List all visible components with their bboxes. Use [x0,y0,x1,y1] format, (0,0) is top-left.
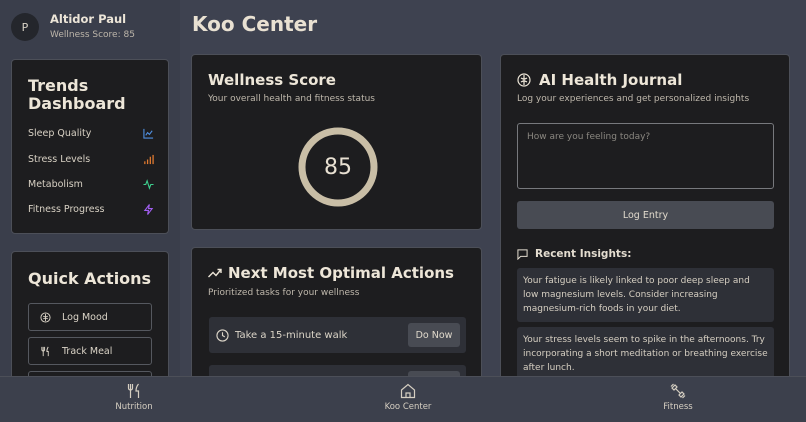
insight-item: Your stress levels seem to spike in the … [517,327,774,381]
insight-item: Your fatigue is likely linked to poor de… [517,268,774,322]
trends-dashboard-card: Trends Dashboard Sleep Quality Stress Le… [11,59,169,234]
bottom-nav: Nutrition Koo Center Fitness [0,376,806,422]
trending-up-icon [208,268,222,278]
nav-item-fitness[interactable]: Fitness [638,383,718,412]
clock-icon [216,328,229,342]
trends-dashboard-title: Trends Dashboard [28,76,126,113]
do-now-button[interactable]: Do Now [408,323,460,347]
task-label: Take a 15-minute walk [235,329,348,341]
log-mood-button[interactable]: Log Mood [28,303,152,331]
chart-line-icon [143,128,154,139]
trend-item-sleep-quality[interactable]: Sleep Quality [28,128,154,139]
user-name: Altidor Paul [50,12,127,26]
lightning-icon [143,204,154,215]
trend-item-label: Sleep Quality [28,128,92,139]
trend-item-label: Metabolism [28,179,83,190]
user-wellness-score: Wellness Score: 85 [50,30,135,40]
log-entry-button[interactable]: Log Entry [517,201,774,229]
ai-health-journal-title: AI Health Journal [539,71,683,89]
nav-item-koo-center[interactable]: Koo Center [368,383,448,412]
avatar[interactable]: P [11,13,39,41]
task-item: Take a 15-minute walk Do Now [209,317,466,353]
dumbbell-icon [670,383,686,399]
utensils-icon [41,346,49,356]
track-meal-button[interactable]: Track Meal [28,337,152,365]
trend-item-label: Fitness Progress [28,204,105,215]
trend-item-stress-levels[interactable]: Stress Levels [28,154,154,165]
ai-health-journal-card: AI Health Journal Log your experiences a… [500,54,790,384]
page-title: Koo Center [192,12,318,36]
bar-chart-icon [144,154,154,165]
brain-icon [40,311,51,323]
wellness-score-title: Wellness Score [208,71,336,89]
optimal-actions-card: Next Most Optimal Actions Prioritized ta… [191,247,482,387]
nav-label: Nutrition [115,402,153,412]
nav-label: Koo Center [384,402,432,412]
message-icon [517,248,528,260]
log-mood-label: Log Mood [62,311,108,323]
nav-label: Fitness [663,402,693,412]
trend-item-label: Stress Levels [28,154,91,165]
wellness-score-subtitle: Your overall health and fitness status [208,94,375,104]
home-icon [400,383,416,399]
journal-entry-input[interactable] [517,123,774,189]
pulse-icon [143,179,154,190]
brain-icon [517,73,531,87]
user-profile[interactable]: P Altidor Paul Wellness Score: 85 [11,12,135,42]
utensils-icon [127,383,140,398]
sidebar: P Altidor Paul Wellness Score: 85 Trends… [0,0,180,411]
wellness-score-value: 85 [324,154,352,180]
optimal-actions-subtitle: Prioritized tasks for your wellness [208,288,360,298]
quick-actions-title: Quick Actions [28,269,152,288]
nav-item-nutrition[interactable]: Nutrition [94,383,174,412]
recent-insights-title: Recent Insights: [535,248,632,260]
optimal-actions-title: Next Most Optimal Actions [228,264,454,282]
trend-item-fitness-progress[interactable]: Fitness Progress [28,204,154,215]
wellness-score-card: Wellness Score Your overall health and f… [191,54,482,230]
track-meal-label: Track Meal [62,345,113,357]
ai-health-journal-subtitle: Log your experiences and get personalize… [517,94,750,104]
trend-item-metabolism[interactable]: Metabolism [28,179,154,190]
